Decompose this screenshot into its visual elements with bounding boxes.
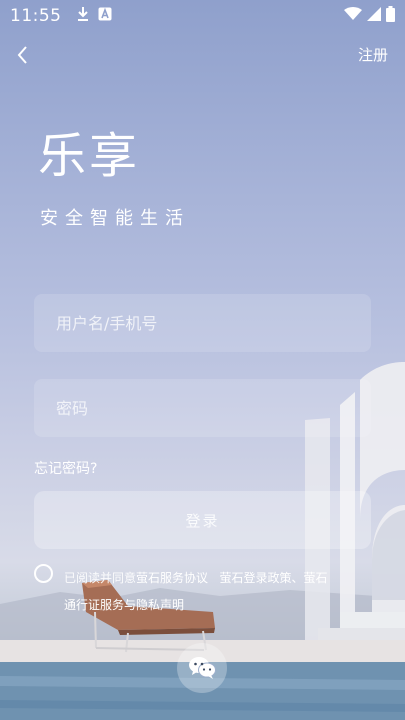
wifi-icon (344, 6, 362, 26)
username-field[interactable] (34, 294, 371, 352)
register-button[interactable]: 注册 (358, 44, 388, 65)
agreement-prefix: 已阅读并同意 (64, 571, 137, 585)
chevron-left-icon (17, 46, 27, 64)
wechat-icon (189, 657, 216, 679)
app-slogan: 安全智能生活 (40, 208, 190, 229)
back-button[interactable] (10, 42, 36, 68)
status-right-icons (344, 5, 395, 27)
signal-icon (367, 6, 381, 26)
status-left-icons (76, 6, 112, 27)
a-notification-icon (98, 6, 112, 26)
username-input[interactable] (56, 313, 371, 333)
privacy-statement-link[interactable]: 通行证服务与隐私声明 (64, 598, 184, 612)
password-input[interactable] (56, 398, 371, 418)
status-time: 11:55 (10, 6, 62, 26)
login-button[interactable]: 登录 (34, 491, 371, 549)
status-bar: 11:55 (0, 0, 405, 32)
top-nav: 注册 (0, 40, 405, 70)
agreement-checkbox[interactable] (34, 564, 53, 583)
wechat-login-button[interactable] (177, 643, 227, 693)
battery-icon (386, 5, 395, 27)
app-title: 乐享 (38, 128, 141, 184)
password-field[interactable] (34, 379, 371, 437)
login-policy-link[interactable]: 萤石登录政策、萤石 (219, 571, 327, 585)
agreement-text: 已阅读并同意萤石服务协议 萤石登录政策、萤石通行证服务与隐私声明 (64, 565, 374, 619)
download-icon (76, 6, 90, 27)
service-agreement-link[interactable]: 萤石服务协议 (136, 571, 208, 585)
forgot-password-link[interactable]: 忘记密码? (34, 458, 97, 478)
